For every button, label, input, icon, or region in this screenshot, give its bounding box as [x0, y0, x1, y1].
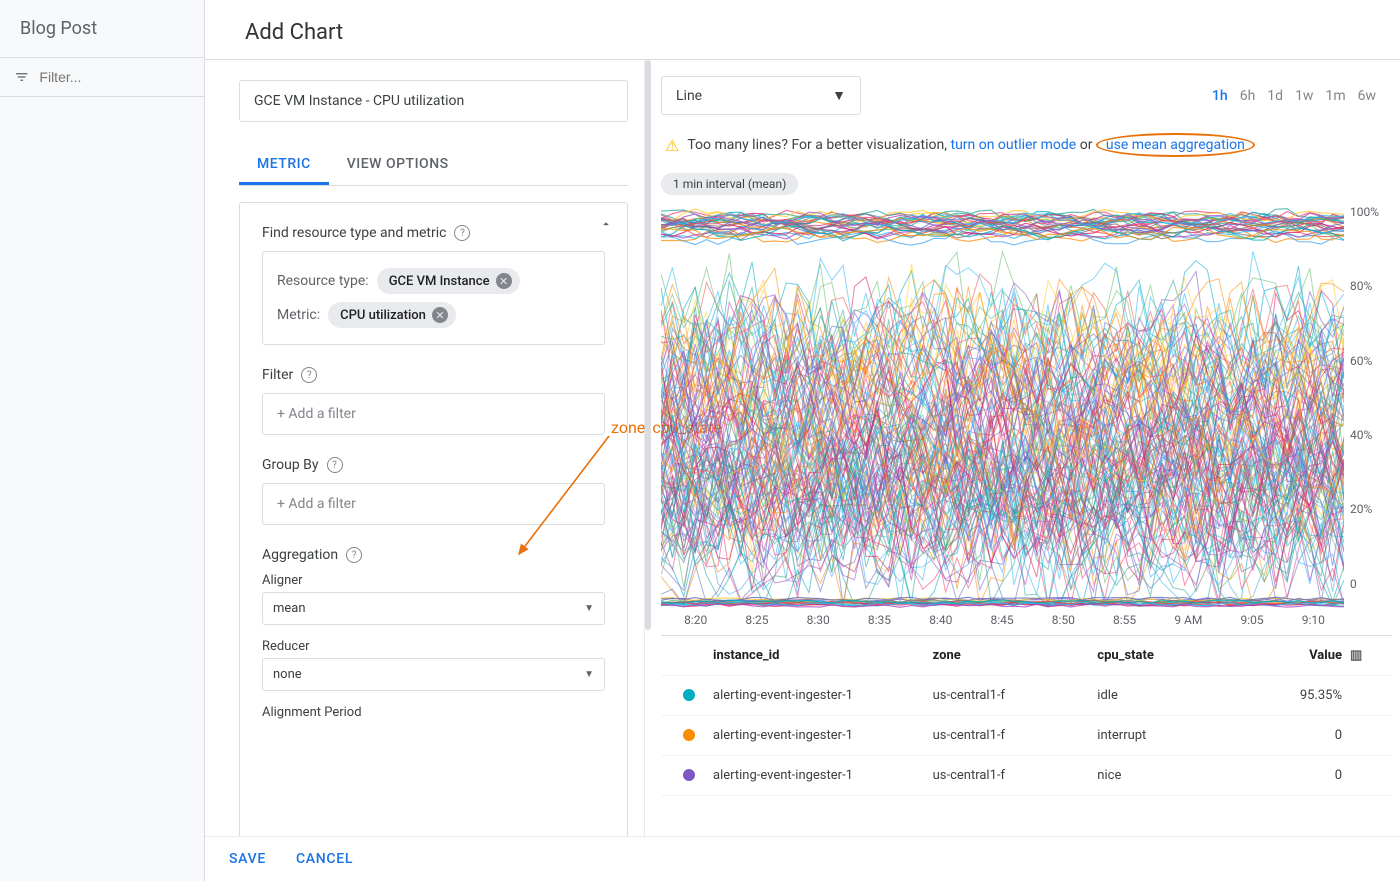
column-config-icon[interactable]: ▥	[1350, 648, 1370, 663]
help-icon[interactable]: ?	[454, 225, 470, 241]
interval-pill: 1 min interval (mean)	[661, 173, 798, 195]
time-range-6w[interactable]: 6w	[1358, 88, 1376, 104]
help-icon[interactable]: ?	[327, 457, 343, 473]
help-icon[interactable]: ?	[346, 547, 362, 563]
sidebar-filter-input[interactable]	[39, 69, 190, 85]
th-value[interactable]: Value	[1262, 648, 1342, 663]
close-icon[interactable]: ✕	[432, 307, 448, 323]
outlier-link[interactable]: turn on outlier mode	[950, 137, 1076, 153]
filter-input[interactable]: + Add a filter	[262, 393, 605, 435]
chart-type-select[interactable]: Line▼	[661, 76, 861, 115]
warning-middle: or	[1076, 137, 1096, 153]
warning-icon: ⚠	[665, 136, 679, 155]
reducer-label: Reducer	[262, 639, 605, 654]
metric-label: Metric:	[277, 307, 320, 323]
time-range-1m[interactable]: 1m	[1325, 88, 1345, 104]
preview-panel: Line▼ 1h 6h 1d 1w 1m 6w ⚠ Too many lines…	[645, 60, 1400, 881]
filter-label: Filter?	[262, 367, 605, 383]
config-panel: GCE VM Instance - CPU utilization METRIC…	[205, 60, 645, 881]
annotation-text: zone, cpu_state	[611, 418, 645, 437]
table-row[interactable]: alerting-event-ingester-1 us-central1-f …	[661, 716, 1392, 756]
table-row[interactable]: alerting-event-ingester-1 us-central1-f …	[661, 676, 1392, 716]
metric-selector[interactable]: Resource type: GCE VM Instance✕ Metric: …	[262, 251, 605, 345]
time-range-1h[interactable]: 1h	[1212, 88, 1228, 104]
warning-text: Too many lines? For a better visualizati…	[687, 137, 950, 153]
time-range-group: 1h 6h 1d 1w 1m 6w	[1212, 88, 1376, 104]
th-instance-id[interactable]: instance_id	[713, 648, 933, 663]
resource-type-label: Resource type:	[277, 273, 369, 289]
th-zone[interactable]: zone	[933, 648, 1098, 663]
metric-chip[interactable]: CPU utilization✕	[328, 302, 456, 328]
chart-name-input[interactable]: GCE VM Instance - CPU utilization	[239, 80, 628, 122]
help-icon[interactable]: ?	[301, 367, 317, 383]
sidebar-filter[interactable]	[0, 57, 204, 97]
sidebar-title: Blog Post	[0, 0, 204, 57]
aligner-select[interactable]: mean▼	[262, 592, 605, 625]
footer-actions: SAVE CANCEL	[205, 836, 1400, 881]
scroll-indicator	[645, 60, 651, 630]
aligner-label: Aligner	[262, 573, 605, 588]
chevron-up-icon[interactable]	[599, 217, 613, 235]
table-row[interactable]: alerting-event-ingester-1 us-central1-f …	[661, 756, 1392, 796]
warning-banner: ⚠ Too many lines? For a better visualiza…	[661, 123, 1392, 167]
table-header: instance_id zone cpu_state Value ▥	[661, 636, 1392, 676]
filter-icon	[14, 68, 29, 86]
time-range-1d[interactable]: 1d	[1267, 88, 1283, 104]
mean-aggregation-link[interactable]: use mean aggregation	[1106, 137, 1245, 153]
line-chart[interactable]: 100%80%60%40%20%0	[661, 201, 1392, 611]
cancel-button[interactable]: CANCEL	[296, 851, 353, 867]
time-range-6h[interactable]: 6h	[1240, 88, 1256, 104]
page-title: Add Chart	[205, 0, 1400, 59]
y-axis-labels: 100%80%60%40%20%0	[1344, 201, 1392, 611]
sidebar: Blog Post	[0, 0, 205, 881]
config-tabs: METRIC VIEW OPTIONS	[239, 146, 628, 186]
th-cpu-state[interactable]: cpu_state	[1097, 648, 1262, 663]
close-icon[interactable]: ✕	[496, 273, 512, 289]
save-button[interactable]: SAVE	[229, 851, 266, 867]
alignment-period-label: Alignment Period	[262, 705, 605, 720]
annotation-arrow	[513, 432, 613, 562]
x-axis-labels: 8:208:258:308:358:408:458:508:559 AM9:05…	[661, 611, 1392, 635]
tab-view-options[interactable]: VIEW OPTIONS	[329, 146, 467, 185]
reducer-select[interactable]: none▼	[262, 658, 605, 691]
resource-type-chip[interactable]: GCE VM Instance✕	[377, 268, 520, 294]
tab-metric[interactable]: METRIC	[239, 146, 329, 185]
time-range-1w[interactable]: 1w	[1295, 88, 1313, 104]
find-metric-label: Find resource type and metric?	[262, 225, 605, 241]
